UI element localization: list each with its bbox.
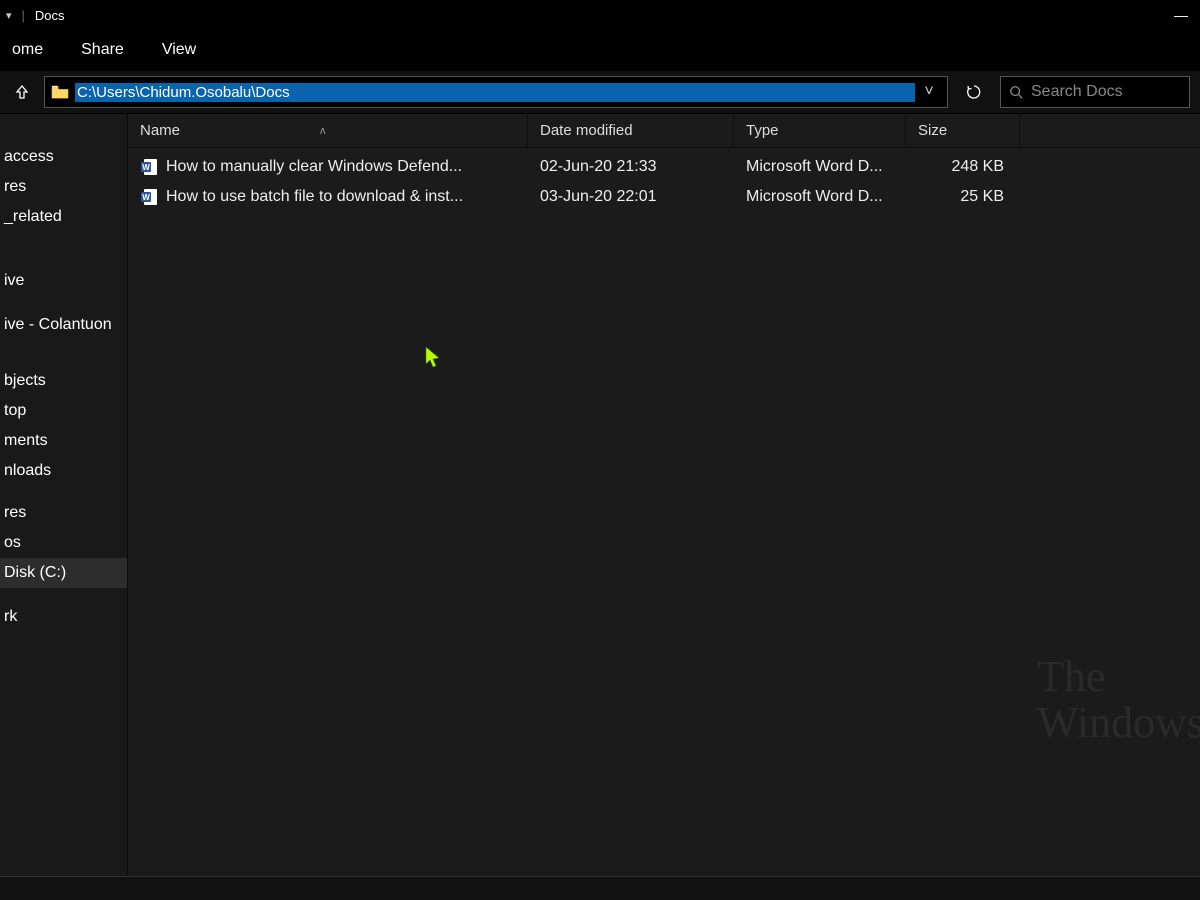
column-header-type[interactable]: Type [734,114,906,147]
address-path-text[interactable]: C:\Users\Chidum.Osobalu\Docs [75,83,915,102]
file-size: 25 KB [906,188,1020,206]
window-title: Docs [35,8,65,23]
status-bar [0,876,1200,900]
search-input[interactable]: Search Docs [1000,76,1190,108]
file-size: 248 KB [906,158,1020,176]
refresh-icon [966,84,982,100]
word-doc-icon: W [140,158,158,176]
quick-access-dropdown-icon[interactable]: ▾ [6,9,12,22]
folder-icon [51,84,69,100]
sidebar-item[interactable] [0,486,127,498]
ribbon-tab-view[interactable]: View [158,35,200,65]
sidebar-item-onedrive[interactable]: ive [0,266,127,296]
sidebar-item-videos[interactable]: os [0,528,127,558]
file-row[interactable]: W How to manually clear Windows Defend..… [128,152,1200,182]
watermark: The Windows [1037,654,1200,746]
sidebar-item-local-disk-c[interactable]: Disk (C:) [0,558,127,588]
file-type: Microsoft Word D... [734,188,906,206]
svg-text:W: W [142,193,150,202]
sort-indicator-icon: ʌ [320,125,326,137]
address-bar: C:\Users\Chidum.Osobalu\Docs ˅ Search Do… [0,70,1200,114]
sidebar-item-3d-objects[interactable]: bjects [0,366,127,396]
file-row[interactable]: W How to use batch file to download & in… [128,182,1200,212]
minimize-button[interactable]: — [1174,7,1188,23]
explorer-body: access res _related ive ive - Colantuon … [0,114,1200,876]
ribbon-tabs: ome Share View [0,30,1200,70]
arrow-up-icon [14,84,30,100]
column-headers: Name ʌ Date modified Type Size [128,114,1200,148]
titlebar-separator: | [22,8,25,23]
sidebar-item[interactable] [0,354,127,366]
file-list-pane: Name ʌ Date modified Type Size W How to … [128,114,1200,876]
file-date: 02-Jun-20 21:33 [528,158,734,176]
sidebar-item[interactable]: _related [0,202,127,232]
sidebar-item-desktop[interactable]: top [0,396,127,426]
search-icon [1009,85,1023,99]
sidebar-item-quick-access[interactable]: access [0,142,127,172]
address-input[interactable]: C:\Users\Chidum.Osobalu\Docs ˅ [44,76,948,108]
column-header-date[interactable]: Date modified [528,114,734,147]
svg-text:W: W [142,163,150,172]
file-type: Microsoft Word D... [734,158,906,176]
column-header-name[interactable]: Name ʌ [128,114,528,147]
ribbon-tab-share[interactable]: Share [77,35,128,65]
file-date: 03-Jun-20 22:01 [528,188,734,206]
sidebar-item[interactable]: res [0,172,127,202]
file-rows: W How to manually clear Windows Defend..… [128,148,1200,212]
mouse-cursor-icon [424,346,444,370]
refresh-button[interactable] [958,76,990,108]
window-controls: — [1174,7,1194,23]
file-name: How to manually clear Windows Defend... [166,158,462,176]
sidebar-item-documents[interactable]: ments [0,426,127,456]
address-dropdown-icon[interactable]: ˅ [915,83,943,101]
file-name: How to use batch file to download & inst… [166,188,463,206]
column-header-size[interactable]: Size [906,114,1020,147]
titlebar: ▾ | Docs — [0,0,1200,30]
sidebar-item-downloads[interactable]: nloads [0,456,127,486]
word-doc-icon: W [140,188,158,206]
ribbon-tab-home[interactable]: ome [8,35,47,65]
sidebar-item-pictures[interactable]: res [0,498,127,528]
search-placeholder: Search Docs [1031,83,1123,101]
navigation-pane[interactable]: access res _related ive ive - Colantuon … [0,114,128,876]
sidebar-item-network[interactable]: rk [0,602,127,632]
nav-up-button[interactable] [10,80,34,104]
sidebar-item-onedrive-business[interactable]: ive - Colantuon [0,310,127,340]
